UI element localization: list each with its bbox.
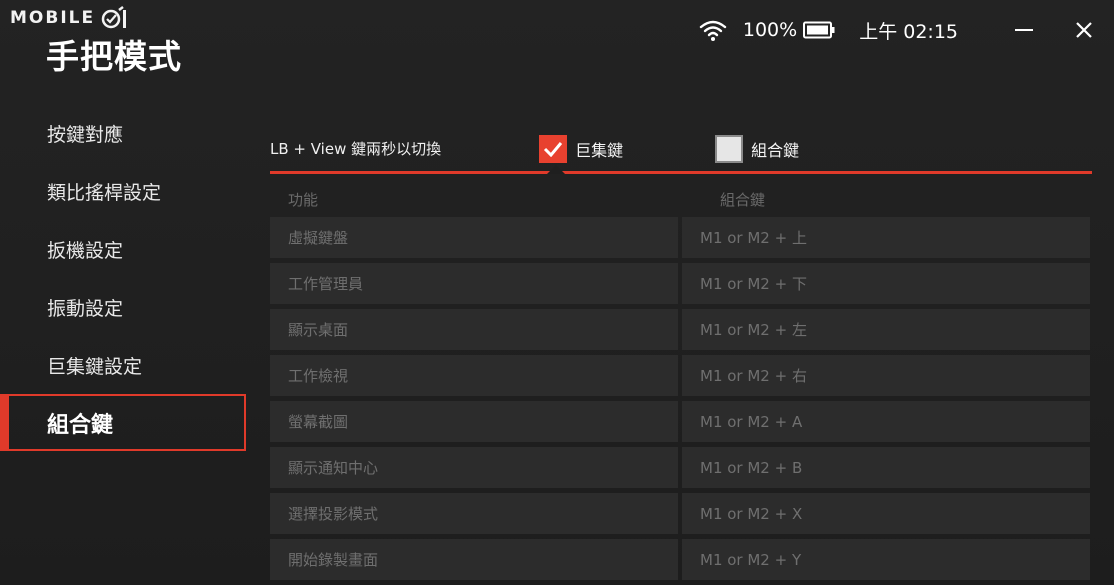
sidebar-item-label: 巨集鍵設定: [47, 355, 143, 378]
table-row: 選擇投影模式 M1 or M2 + X: [270, 493, 1092, 534]
combo-checkbox[interactable]: [715, 134, 744, 163]
combo-cell: M1 or M2 + 左: [682, 309, 1090, 350]
combo-checkbox-label: 組合鍵: [751, 140, 800, 160]
table-header: 功能 組合鍵: [270, 186, 1092, 212]
table-row: 工作檢視 M1 or M2 + 右: [270, 355, 1092, 396]
combo-cell: M1 or M2 + B: [682, 447, 1090, 488]
combo-table: 功能 組合鍵 虛擬鍵盤 M1 or M2 + 上 工作管理員 M1 or M2 …: [270, 186, 1092, 580]
combo-cell: M1 or M2 + X: [682, 493, 1090, 534]
battery-icon: [803, 21, 835, 39]
header-combo: 組合鍵: [720, 190, 766, 209]
selection-pointer: [547, 165, 565, 174]
battery-percent: 100%: [742, 19, 798, 41]
header-function: 功能: [288, 190, 319, 209]
sidebar: 按鍵對應 類比搖桿設定 扳機設定 振動設定 巨集鍵設定 組合鍵: [0, 104, 250, 451]
function-cell: 工作管理員: [270, 263, 678, 304]
app-window: MOBILE 手把模式 100% 上午 02:15 按鍵對應 類比搖桿設定 扳機…: [0, 0, 1114, 585]
mode-switch-label: LB + View 鍵兩秒以切換: [270, 140, 442, 158]
main-content: LB + View 鍵兩秒以切換 巨集鍵 組合鍵 功能 組合鍵 虛擬鍵盤 M1 …: [270, 126, 1092, 580]
function-cell: 選擇投影模式: [270, 493, 678, 534]
watermark-text: MOBILE: [10, 8, 96, 28]
table-row: 工作管理員 M1 or M2 + 下: [270, 263, 1092, 304]
sidebar-item-trigger[interactable]: 扳機設定: [0, 220, 250, 278]
checkmark-icon: [544, 141, 563, 157]
sidebar-item-vibration[interactable]: 振動設定: [0, 278, 250, 336]
function-cell: 開始錄製畫面: [270, 539, 678, 580]
close-button[interactable]: [1054, 14, 1114, 46]
macro-checkbox-option[interactable]: 巨集鍵: [539, 134, 624, 163]
macro-checkbox-label: 巨集鍵: [575, 140, 624, 160]
function-cell: 虛擬鍵盤: [270, 217, 678, 258]
macro-checkbox[interactable]: [539, 134, 568, 163]
watermark: MOBILE: [10, 6, 133, 30]
function-cell: 工作檢視: [270, 355, 678, 396]
status-bar: 100% 上午 02:15: [699, 14, 1114, 46]
table-row: 螢幕截圖 M1 or M2 + A: [270, 401, 1092, 442]
table-row: 開始錄製畫面 M1 or M2 + Y: [270, 539, 1092, 580]
table-row: 顯示通知中心 M1 or M2 + B: [270, 447, 1092, 488]
combo-cell: M1 or M2 + Y: [682, 539, 1090, 580]
function-cell: 顯示桌面: [270, 309, 678, 350]
close-icon: [1076, 22, 1092, 38]
watermark-logo-icon: [101, 6, 127, 29]
combo-cell: M1 or M2 + 下: [682, 263, 1090, 304]
wifi-icon: [699, 20, 727, 41]
function-cell: 顯示通知中心: [270, 447, 678, 488]
minimize-button[interactable]: [994, 14, 1054, 46]
page-title: 手把模式: [46, 37, 182, 76]
sidebar-item-analog-stick[interactable]: 類比搖桿設定: [0, 162, 250, 220]
sidebar-item-combo-keys[interactable]: 組合鍵: [0, 394, 246, 451]
combo-cell: M1 or M2 + 右: [682, 355, 1090, 396]
mode-switch-row: LB + View 鍵兩秒以切換 巨集鍵 組合鍵: [270, 126, 1092, 174]
combo-cell: M1 or M2 + A: [682, 401, 1090, 442]
clock: 上午 02:15: [859, 20, 958, 43]
sidebar-item-label: 扳機設定: [47, 239, 124, 262]
function-cell: 螢幕截圖: [270, 401, 678, 442]
combo-cell: M1 or M2 + 上: [682, 217, 1090, 258]
sidebar-item-label: 組合鍵: [47, 412, 114, 438]
sidebar-item-button-mapping[interactable]: 按鍵對應: [0, 104, 250, 162]
minimize-icon: [1015, 29, 1033, 31]
sidebar-item-label: 按鍵對應: [47, 123, 124, 146]
sidebar-item-label: 振動設定: [47, 297, 124, 320]
combo-checkbox-option[interactable]: 組合鍵: [715, 134, 800, 163]
table-row: 虛擬鍵盤 M1 or M2 + 上: [270, 217, 1092, 258]
table-row: 顯示桌面 M1 or M2 + 左: [270, 309, 1092, 350]
sidebar-item-macro[interactable]: 巨集鍵設定: [0, 336, 250, 394]
sidebar-item-label: 類比搖桿設定: [47, 181, 162, 204]
